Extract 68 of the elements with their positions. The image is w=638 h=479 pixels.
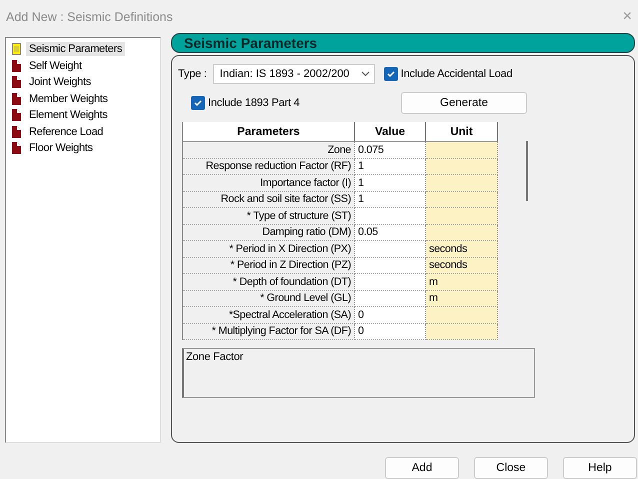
checkmark-icon [194,99,202,107]
unit-cell [426,175,498,192]
column-header: Parameters [183,122,355,142]
generate-button[interactable]: Generate [401,92,527,114]
parameter-cell: * Multiplying Factor for SA (DF) [183,324,355,340]
value-cell[interactable] [355,258,426,274]
tree-item[interactable]: Floor Weights [26,141,96,156]
unit-cell [426,142,498,158]
column-header: Unit [426,122,498,142]
value-cell[interactable]: 1 [355,158,426,175]
value-cell[interactable] [355,290,426,307]
parameter-cell: Response reduction Factor (RF) [183,158,355,175]
type-label: Type : [178,68,207,80]
unit-cell: seconds [426,258,498,274]
value-cell[interactable]: 0.075 [355,142,426,158]
document-icon [12,126,21,138]
unit-cell: m [426,290,498,307]
document-icon [12,60,21,72]
parameter-cell: * Depth of foundation (DT) [183,274,355,290]
parameter-cell: * Period in X Direction (PX) [183,241,355,258]
part4-checkbox[interactable]: Include 1893 Part 4 [191,96,401,110]
tree-item[interactable]: Joint Weights [26,75,94,90]
document-icon [12,109,21,122]
value-cell[interactable]: 0 [355,307,426,324]
parameter-cell: * Ground Level (GL) [183,290,355,307]
parameter-cell: *Spectral Acceleration (SA) [183,307,355,324]
document-icon [12,76,21,88]
parameter-cell: Rock and soil site factor (SS) [183,192,355,208]
document-icon [12,142,21,154]
unit-cell: seconds [426,241,498,258]
dialog-button[interactable]: Add [385,457,459,479]
tree-item[interactable]: Member Weights [26,92,111,106]
checkmark-icon [386,70,395,78]
scrollbar-thumb[interactable] [526,141,528,201]
tree-item[interactable]: Reference Load [26,124,106,139]
value-cell[interactable]: 0 [355,324,426,340]
column-header: Value [355,122,426,142]
parameter-cell: * Type of structure (ST) [183,208,355,224]
window-title: Add New : Seismic Definitions [6,10,173,24]
unit-cell [426,224,498,241]
value-cell[interactable] [355,274,426,290]
value-cell[interactable]: 0.05 [355,224,426,241]
tree-item[interactable]: Element Weights [26,108,110,122]
accidental-load-checkbox[interactable]: Include Accidental Load [384,67,512,81]
dialog-button[interactable]: Close [474,457,548,479]
type-dropdown[interactable]: Indian: IS 1893 - 2002/200 [212,64,375,84]
unit-cell [426,208,498,224]
tree-item[interactable]: Seismic Parameters [26,42,126,56]
unit-cell [426,158,498,175]
dialog-button[interactable]: Help [563,457,637,479]
unit-cell: m [426,274,498,290]
description-box: Zone Factor [182,348,535,398]
value-cell[interactable]: 1 [355,175,426,192]
document-icon [12,43,21,56]
parameter-cell: Zone [183,142,355,158]
unit-cell [426,192,498,208]
tree-item[interactable]: Self Weight [26,58,85,73]
parameter-cell: * Period in Z Direction (PZ) [183,258,355,274]
parameter-cell: Importance factor (I) [183,175,355,192]
unit-cell [426,307,498,324]
chevron-down-icon [360,71,370,77]
value-cell[interactable] [355,208,426,224]
parameter-cell: Damping ratio (DM) [183,224,355,241]
section-header: Seismic Parameters [171,33,635,53]
document-icon [12,92,21,105]
value-cell[interactable] [355,241,426,258]
unit-cell [426,324,498,340]
value-cell[interactable]: 1 [355,192,426,208]
